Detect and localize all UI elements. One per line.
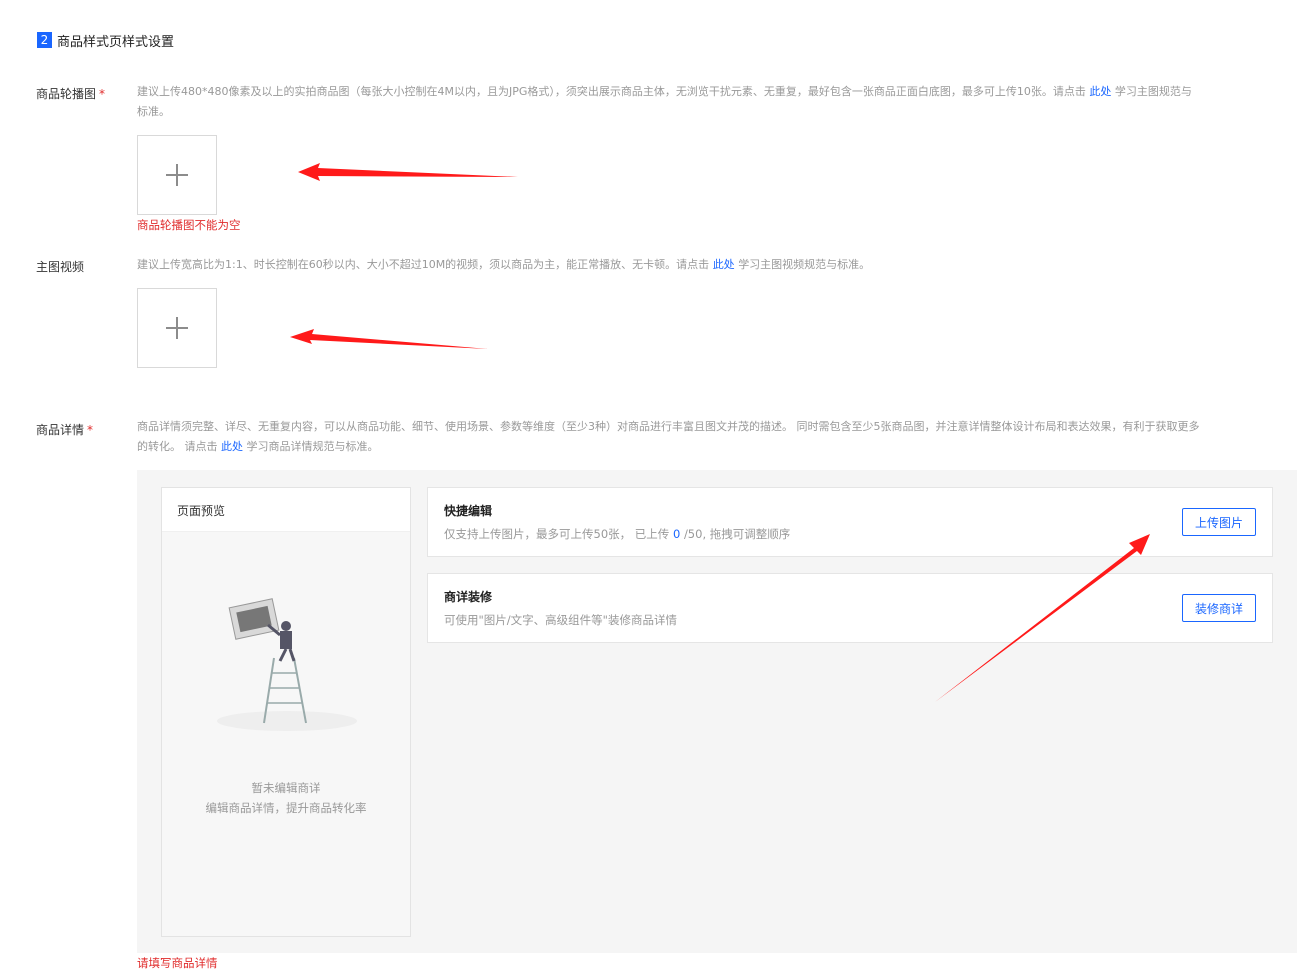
detail-hint-text: 商品详情须完整、详尽、无重复内容，可以从商品功能、细节、使用场景、参数等维度（至… <box>137 420 1200 433</box>
plus-icon <box>166 317 188 339</box>
section-title-text: 商品样式页样式设置 <box>57 34 175 50</box>
quick-edit-title: 快捷编辑 <box>444 504 493 518</box>
page-preview-title: 页面预览 <box>162 488 410 532</box>
carousel-label-text: 商品轮播图 <box>36 87 97 101</box>
detail-hint: 商品详情须完整、详尽、无重复内容，可以从商品功能、细节、使用场景、参数等维度（至… <box>137 417 1297 457</box>
section-title: 2 商品样式页样式设置 <box>37 32 175 50</box>
carousel-label: 商品轮播图 * <box>36 85 105 102</box>
decorate-detail-description: 可使用"图片/文字、高级组件等"装修商品详情 <box>444 613 677 627</box>
quick-edit-description: 仅支持上传图片，最多可上传50张， 已上传 0 /50, 拖拽可调整顺序 <box>444 526 790 542</box>
required-mark: * <box>87 423 94 437</box>
carousel-hint-text: 建议上传480*480像素及以上的实拍商品图（每张大小控制在4M以内，且为JPG… <box>137 85 1086 98</box>
carousel-hint: 建议上传480*480像素及以上的实拍商品图（每张大小控制在4M以内，且为JPG… <box>137 82 1297 122</box>
video-label: 主图视频 <box>36 260 85 274</box>
empty-state-title: 暂未编辑商详 <box>251 781 321 795</box>
quick-edit-desc-text: 仅支持上传图片，最多可上传50张， 已上传 <box>444 527 670 541</box>
video-hint: 建议上传宽高比为1:1、时长控制在60秒以内、大小不超过10M的视频，须以商品为… <box>137 255 870 275</box>
detail-label-text: 商品详情 <box>36 423 85 437</box>
video-hint-text-post: 学习主图视频规范与标准。 <box>738 258 871 271</box>
quick-edit-card: 快捷编辑 仅支持上传图片，最多可上传50张， 已上传 0 /50, 拖拽可调整顺… <box>427 487 1273 557</box>
plus-icon <box>166 164 188 186</box>
carousel-spec-link[interactable]: 此处 <box>1089 85 1111 98</box>
video-hint-text: 建议上传宽高比为1:1、时长控制在60秒以内、大小不超过10M的视频，须以商品为… <box>137 258 710 271</box>
detail-spec-link[interactable]: 此处 <box>221 440 243 453</box>
annotation-arrow-icon <box>290 329 488 349</box>
decorate-detail-card: 商详装修 可使用"图片/文字、高级组件等"装修商品详情 装修商详 <box>427 573 1273 643</box>
decorate-detail-title: 商详装修 <box>444 590 493 604</box>
detail-hint-text-line2: 的转化。 请点击 <box>137 440 218 453</box>
empty-state-illustration-icon <box>217 598 357 731</box>
detail-editor-area: 页面预览 暂未编辑商详 编辑商品详情，提升商品转化率 快捷编辑 仅支持上传图片，… <box>137 470 1297 953</box>
annotation-arrow-icon <box>298 163 518 181</box>
uploaded-count: 0 <box>672 527 681 541</box>
detail-hint-text-post: 学习商品详情规范与标准。 <box>246 440 379 453</box>
quick-edit-desc-post: /50, 拖拽可调整顺序 <box>683 527 791 541</box>
video-upload-button[interactable] <box>137 288 217 368</box>
video-spec-link[interactable]: 此处 <box>713 258 735 271</box>
carousel-hint-text-line2: 标准。 <box>137 105 170 118</box>
required-mark: * <box>99 87 106 101</box>
page-preview-panel: 页面预览 暂未编辑商详 编辑商品详情，提升商品转化率 <box>161 487 411 937</box>
empty-state-subtitle: 编辑商品详情，提升商品转化率 <box>205 801 367 815</box>
section-number-badge: 2 <box>37 32 52 48</box>
carousel-hint-text-post: 学习主图规范与 <box>1114 85 1192 98</box>
decorate-detail-button[interactable]: 装修商详 <box>1182 594 1256 622</box>
carousel-upload-button[interactable] <box>137 135 217 215</box>
detail-label: 商品详情 * <box>36 421 93 438</box>
upload-images-button[interactable]: 上传图片 <box>1182 508 1256 536</box>
carousel-error-message: 商品轮播图不能为空 <box>137 218 241 232</box>
detail-error-message: 请填写商品详情 <box>137 956 218 970</box>
